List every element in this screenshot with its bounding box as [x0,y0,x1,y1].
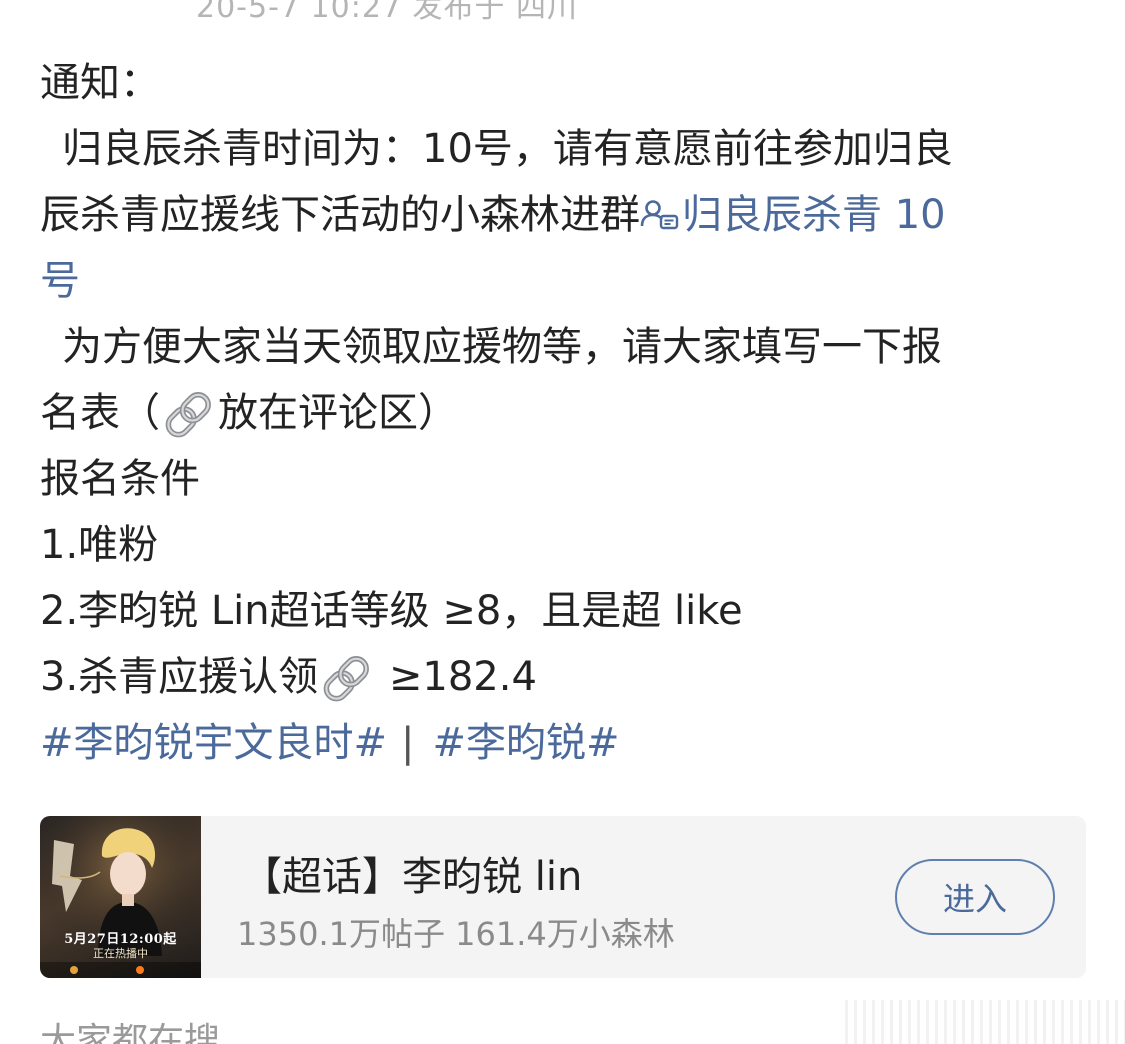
post-body: 通知： 归良辰杀青时间为：10号，请有意愿前往参加归良 辰杀青应援线下活动的小森… [40,50,1090,776]
requirement-item: 1.唯粉 [40,522,159,568]
supertopic-card[interactable]: 5月27日12:00起 正在热播中 【超话】李昀锐 lin 1350.1万帖子 … [40,816,1086,978]
supertopic-stats: 1350.1万帖子 161.4万小森林 [237,915,675,953]
hashtag-link[interactable]: #李昀锐宇文良时# [40,720,387,766]
supertopic-title: 【超话】李昀锐 lin [242,854,583,900]
enter-supertopic-button[interactable]: 进入 [895,859,1055,935]
poster-status-text: 正在热播中 [93,947,148,960]
chain-link-icon[interactable] [160,388,218,440]
post-text-line: 辰杀青应援线下活动的小森林进群 归良辰杀青 10 [40,182,1090,248]
post-text-line: 归良辰杀青时间为：10号，请有意愿前往参加归良 [62,126,953,172]
post-text-line: 为方便大家当天领取应援物等，请大家填写一下报 [62,324,942,370]
group-chat-link-label: 归良辰杀青 10 [682,192,946,238]
group-chat-icon [640,200,679,230]
post-text-segment: 名表（ [40,390,160,436]
requirements-heading: 报名条件 [40,456,200,502]
chain-link-icon[interactable] [318,652,376,704]
post-timestamp-location: 20-5-7 10:27 发布于 四川 [196,0,579,25]
notice-heading: 通知： [40,60,160,106]
trending-search-heading: 大家都在搜 [40,1021,221,1044]
hashtag-row: #李昀锐宇文良时# | #李昀锐# [40,710,1090,776]
hashtag-link[interactable]: #李昀锐# [433,720,620,766]
post-text-segment: 3.杀青应援认领 [40,654,319,700]
group-chat-link[interactable]: 归良辰杀青 10 [640,192,946,238]
post-text-line: 名表（ 放在评论区） [40,380,1090,446]
group-chat-link-continuation[interactable]: 号 [40,248,1090,314]
supertopic-thumbnail: 5月27日12:00起 正在热播中 [40,816,201,978]
requirement-item: 2.李昀锐 Lin超话等级 ≥8，且是超 like [40,588,743,634]
hashtag-separator: | [401,720,415,766]
requirement-item: 3.杀青应援认领 ≥182.4 [40,644,1090,710]
post-text-segment: 放在评论区） [218,390,458,436]
watermark-fade [845,1000,1125,1044]
post-text-segment: 辰杀青应援线下活动的小森林进群 [40,192,640,238]
post-text-segment: ≥182.4 [376,654,537,700]
